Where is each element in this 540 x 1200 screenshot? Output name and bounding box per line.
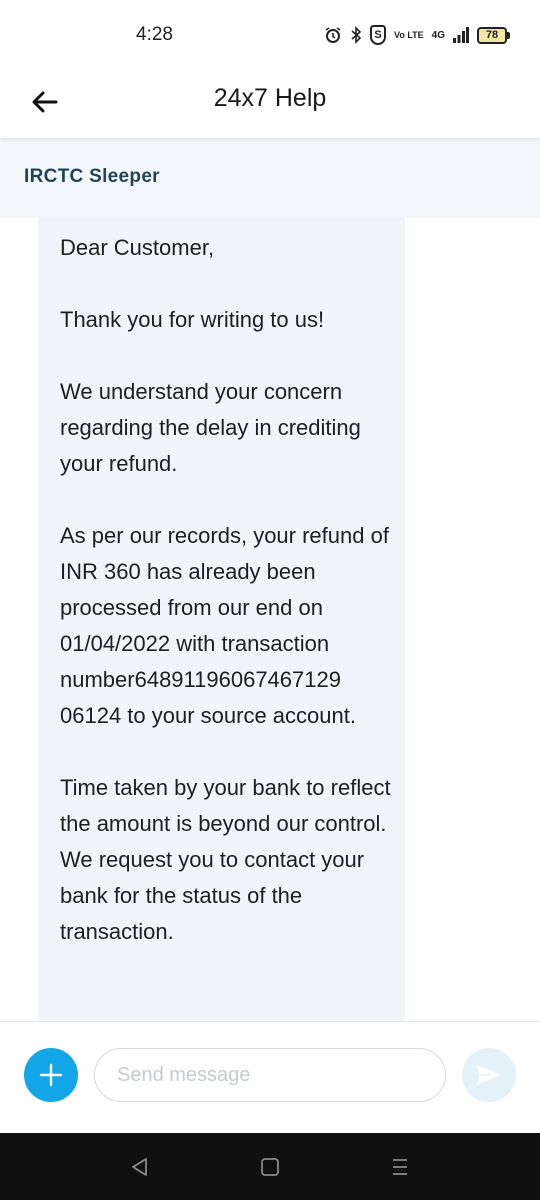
volte-icon: Vo LTE <box>393 29 424 40</box>
signal-icon <box>453 24 469 46</box>
message-text: Dear Customer, Thank you for writing to … <box>60 230 400 986</box>
message-paragraph: Thank you for writing to us! <box>60 307 325 332</box>
nav-recents-button[interactable] <box>384 1151 416 1183</box>
network-type-label: 4G <box>431 29 445 41</box>
add-attachment-button[interactable] <box>24 1048 78 1102</box>
bluetooth-icon <box>350 24 362 46</box>
alarm-icon <box>324 24 342 46</box>
triangle-back-icon <box>132 1158 147 1176</box>
message-input[interactable] <box>94 1048 446 1102</box>
nav-back-button[interactable] <box>124 1151 156 1183</box>
send-button[interactable] <box>462 1048 516 1102</box>
security-shield-icon: S <box>369 25 386 45</box>
page-title: 24x7 Help <box>213 84 327 112</box>
status-icons: S Vo LTE 4G 78 <box>324 24 510 46</box>
message-paragraph: Dear Customer, <box>60 235 215 260</box>
message-paragraph: We understand your concern regarding the… <box>60 379 361 476</box>
message-paragraph: As per our records, your refund of INR 3… <box>60 523 389 728</box>
app-header: 24x7 Help <box>0 72 540 138</box>
message-paragraph: Time taken by your bank to reflect the a… <box>60 775 391 944</box>
status-time: 4:28 <box>136 24 173 45</box>
message-bubble: Dear Customer, Thank you for writing to … <box>38 218 405 1021</box>
plus-icon <box>39 1063 63 1087</box>
conversation-title: IRCTC Sleeper <box>24 166 160 187</box>
menu-recents-icon <box>393 1159 407 1175</box>
conversation-header: IRCTC Sleeper <box>0 138 540 218</box>
chat-area[interactable]: Dear Customer, Thank you for writing to … <box>0 218 540 1021</box>
system-nav-bar <box>0 1133 540 1200</box>
message-composer <box>0 1021 540 1133</box>
status-bar: 4:28 S Vo LTE 4G 78 <box>0 0 540 72</box>
battery-icon: 78 <box>477 26 510 44</box>
nav-home-button[interactable] <box>254 1151 286 1183</box>
battery-level: 78 <box>477 26 507 44</box>
send-icon <box>477 1065 501 1085</box>
square-home-icon <box>261 1158 279 1176</box>
